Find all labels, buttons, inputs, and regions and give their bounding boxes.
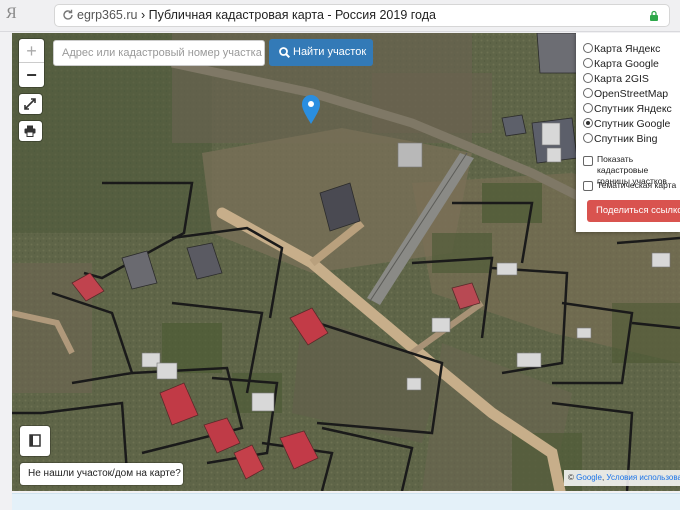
url-separator: › bbox=[140, 8, 146, 22]
yandex-logo: Я bbox=[6, 5, 17, 22]
search-icon bbox=[279, 47, 290, 58]
layer-option-yandex-map[interactable]: Карта Яндекс bbox=[583, 43, 660, 55]
lock-icon bbox=[650, 10, 658, 21]
book-icon bbox=[29, 434, 41, 447]
print-icon bbox=[24, 125, 36, 137]
radio-button[interactable] bbox=[583, 43, 593, 53]
find-parcel-label: Найти участок bbox=[293, 46, 367, 58]
find-parcel-button[interactable]: Найти участок bbox=[269, 39, 373, 66]
copyright-symbol: © bbox=[568, 473, 574, 482]
layer-option-google-map[interactable]: Карта Google bbox=[583, 58, 659, 70]
cadastral-boundaries-line1: Показать кадастровые bbox=[597, 154, 649, 175]
map-attribution: © Google, Условия использования bbox=[564, 470, 680, 486]
radio-button[interactable] bbox=[583, 58, 593, 68]
layer-label: Спутник Google bbox=[594, 118, 671, 130]
layer-label: Карта Google bbox=[594, 58, 659, 70]
legend-button[interactable] bbox=[20, 426, 50, 456]
google-link[interactable]: Google bbox=[576, 473, 602, 482]
layer-option-bing-satellite[interactable]: Спутник Bing bbox=[583, 133, 658, 145]
attribution-separator: , bbox=[601, 473, 605, 482]
browser-toolbar: Я egrp365.ru › Публичная кадастровая кар… bbox=[0, 0, 680, 32]
layer-label: Карта 2GIS bbox=[594, 73, 649, 85]
map-container[interactable]: + − Найти участок Карта Яндекс Карта Goo… bbox=[12, 33, 680, 491]
thematic-map-checkbox[interactable] bbox=[583, 181, 593, 191]
radio-button[interactable] bbox=[583, 103, 593, 113]
layer-label: Карта Яндекс bbox=[594, 43, 661, 55]
cadastral-boundaries-checkbox[interactable] bbox=[583, 156, 593, 166]
radio-button-selected[interactable] bbox=[583, 118, 593, 128]
layer-label: Спутник Яндекс bbox=[594, 103, 672, 115]
terms-of-use-link[interactable]: Условия использования bbox=[606, 473, 680, 482]
radio-button[interactable] bbox=[583, 88, 593, 98]
address-bar[interactable]: egrp365.ru › Публичная кадастровая карта… bbox=[54, 4, 670, 27]
fullscreen-icon bbox=[24, 98, 36, 110]
layer-option-openstreetmap[interactable]: OpenStreetMap bbox=[583, 88, 668, 100]
radio-button[interactable] bbox=[583, 73, 593, 83]
layer-label: OpenStreetMap bbox=[594, 88, 669, 100]
layer-option-yandex-satellite[interactable]: Спутник Яндекс bbox=[583, 103, 672, 115]
layer-option-google-satellite[interactable]: Спутник Google bbox=[583, 118, 670, 130]
radio-button[interactable] bbox=[583, 133, 593, 143]
page-title: Публичная кадастровая карта - Россия 201… bbox=[148, 8, 436, 22]
search-input[interactable] bbox=[53, 40, 265, 66]
layer-panel: Карта Яндекс Карта Google Карта 2GIS Ope… bbox=[576, 33, 680, 232]
zoom-in-button[interactable]: + bbox=[19, 39, 44, 63]
url-host: egrp365.ru bbox=[77, 8, 138, 22]
share-link-button[interactable]: Поделиться ссылкой bbox=[587, 200, 680, 222]
layer-option-2gis-map[interactable]: Карта 2GIS bbox=[583, 73, 649, 85]
layer-label: Спутник Bing bbox=[594, 133, 658, 145]
zoom-out-button[interactable]: − bbox=[19, 63, 44, 87]
url-text: egrp365.ru › Публичная кадастровая карта… bbox=[77, 8, 436, 22]
fullscreen-button[interactable] bbox=[19, 94, 42, 114]
reload-icon[interactable] bbox=[61, 8, 75, 22]
thematic-map-label: Тематическая карта bbox=[597, 180, 677, 190]
print-button[interactable] bbox=[19, 121, 42, 141]
zoom-control: + − bbox=[19, 39, 44, 87]
parcel-not-found-button[interactable]: Не нашли участок/дом на карте? bbox=[20, 463, 183, 485]
bottom-panel bbox=[12, 493, 680, 510]
